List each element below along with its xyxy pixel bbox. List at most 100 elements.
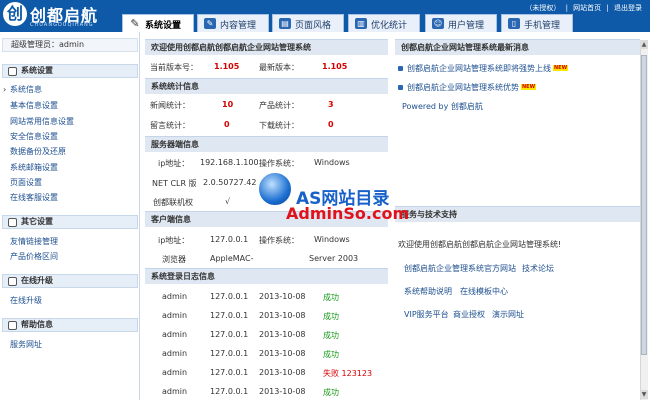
tab-mobile-management[interactable]: ▯ 手机管理 [501,14,573,32]
latest-news-title: 创都启航企业网站管理系统最新消息 [395,39,640,55]
download-stat-value: 0 [328,120,334,129]
globe-logo-icon [258,172,292,206]
log-date: 2013-10-08 [259,330,306,339]
layout-icon: ▤ [279,18,291,29]
welcome-title: 欢迎使用创都启航创都启航企业网站管理系统 [145,39,388,55]
vip-link[interactable]: VIP服务平台 [404,309,449,320]
sidebar-group-upgrade[interactable]: 在线升级 [2,274,138,288]
log-date: 2013-10-08 [259,311,306,320]
mobile-icon: ▯ [508,18,520,29]
tab-user-management[interactable]: ☺ 用户管理 [425,14,497,32]
bullet-icon [398,85,403,90]
client-os-version: Server 2003 [309,254,359,263]
tab-content-management[interactable]: ✎ 内容管理 [197,14,269,32]
clr-value: 2.0.50727.42 [203,178,257,187]
bullet-icon [398,66,403,71]
license-status: （未授权） [525,4,561,12]
current-version: 1.105 [214,62,240,71]
logo-mark-icon: 创 [3,2,27,26]
log-status: 成功 [323,350,339,359]
server-os: Windows [314,158,350,167]
template-center-link[interactable]: 在线模板中心 [460,286,508,297]
clr-label: NET CLR 版 [152,179,197,188]
upgrade-icon [8,277,17,286]
sidebar-item-basic-settings[interactable]: 基本信息设置 [10,101,58,111]
scroll-down-icon[interactable]: ▼ [640,390,648,399]
tab-seo-stats[interactable]: ▥ 优化统计 [348,14,420,32]
log-ip: 127.0.0.1 [210,292,249,301]
group-title: 帮助信息 [21,320,53,329]
sidebar-item-backup[interactable]: 数据备份及还原 [10,147,66,157]
latest-version: 1.105 [322,62,348,71]
news-stat-label: 新闻统计： [150,101,190,110]
log-user: admin [162,292,188,301]
browser-value: AppleMAC- [210,254,254,263]
wrench-icon: ✎ [130,17,140,30]
sidebar-item-common-info[interactable]: 网站常用信息设置 [10,117,74,127]
server-info-title: 服务器端信息 [145,136,388,152]
news-item[interactable]: 创都启航企业网站管理系统优势 NEW [398,82,537,93]
log-user: admin [162,349,188,358]
log-ip: 127.0.0.1 [210,387,249,396]
log-date: 2013-10-08 [259,387,306,396]
demo-link[interactable]: 演示网址 [492,309,524,320]
sidebar-group-help[interactable]: 帮助信息 [2,318,138,332]
sidebar-item-price-range[interactable]: 产品价格区间 [10,252,58,262]
tab-label: 系统设置 [145,21,182,31]
help-link[interactable]: 系统帮助说明 [404,286,452,297]
sidebar-item-system-info[interactable]: 系统信息 [3,85,42,95]
sidebar-item-online-service[interactable]: 在线客服设置 [10,193,58,203]
group-title: 在线升级 [21,276,53,285]
sidebar-group-system[interactable]: 系统设置 [2,64,138,78]
log-user: admin [162,387,188,396]
list-icon [8,218,17,227]
logout-link[interactable]: 退出登录 [614,4,642,12]
gear-icon [8,67,17,76]
server-ip: 192.168.1.100 [200,158,259,167]
news-item[interactable]: 创都启航企业网站管理系统即将强势上线 NEW [398,63,569,74]
license-link[interactable]: 商业授权 [453,309,485,320]
sidebar-group-other[interactable]: 其它设置 [2,215,138,229]
official-site-link[interactable]: 创都启航企业管理系统官方网站 [404,263,516,274]
log-status: 成功 [323,293,339,302]
client-ip-label: ip地址： [158,236,190,245]
support-title: 服务与技术支持 [395,206,640,222]
scroll-thumb[interactable] [641,55,647,355]
product-stat-value: 3 [328,100,334,109]
tab-page-style[interactable]: ▤ 页面风格 [272,14,344,32]
news-stat-value: 10 [222,100,234,109]
tab-label: 用户管理 [448,21,485,31]
log-status: 成功 [323,331,339,340]
tab-label: 手机管理 [524,21,561,31]
sidebar-item-page[interactable]: 页面设置 [10,178,42,188]
scroll-up-icon[interactable]: ▲ [640,40,648,49]
edit-icon: ✎ [204,18,216,29]
sidebar-item-online-upgrade[interactable]: 在线升级 [10,296,42,306]
login-log-title: 系统登录日志信息 [145,268,388,284]
help-icon [8,321,17,330]
user-icon: ☺ [432,18,444,29]
sidebar-item-service-url[interactable]: 服务网址 [10,340,42,350]
tab-label: 页面风格 [295,21,332,31]
group-title: 其它设置 [21,217,53,226]
news-item-label: 创都启航企业网站管理系统即将强势上线 [407,64,551,73]
log-ip: 127.0.0.1 [210,311,249,320]
log-date: 2013-10-08 [259,292,306,301]
chart-icon: ▥ [355,18,367,29]
log-ip: 127.0.0.1 [210,368,249,377]
forum-link[interactable]: 技术论坛 [522,263,554,274]
logo[interactable]: 创 创都启航 CHUANGDUQIHANG [3,2,118,30]
sidebar-item-security[interactable]: 安全信息设置 [10,132,58,142]
support-welcome: 欢迎使用创都启航创都启航企业网站管理系统! [398,240,562,249]
stats-title: 系统统计信息 [145,78,388,94]
watermark-bottom: AdminSo.com [286,204,410,223]
download-stat-label: 下载统计： [259,121,299,130]
divider: | [565,4,568,12]
log-user: admin [162,330,188,339]
home-link[interactable]: 网站首页 [573,4,601,12]
sidebar-item-email[interactable]: 系统邮箱设置 [10,163,58,173]
client-os: Windows [314,235,350,244]
sidebar-item-friend-links[interactable]: 友情链接管理 [10,237,58,247]
tab-system-settings[interactable]: ✎ 系统设置 [122,14,194,32]
top-links: （未授权） | 网站首页 | 退出登录 [522,3,642,13]
